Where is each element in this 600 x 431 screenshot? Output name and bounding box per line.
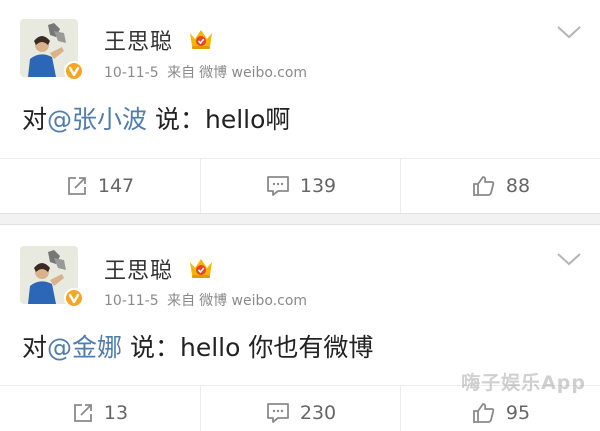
post-source-prefix: 来自 [167,293,196,309]
verified-badge-icon [64,288,84,308]
avatar[interactable] [20,246,84,308]
verified-badge-icon [64,61,84,81]
comment-button[interactable]: 230 [200,386,401,431]
comment-button[interactable]: 139 [200,159,401,213]
chevron-down-icon[interactable] [556,24,582,40]
like-count: 88 [505,175,531,197]
post-card: 王思聪 10-11-5 来自 微博 weibo.com 对@金娜 说：hello … [0,224,600,431]
repost-count: 13 [103,402,129,424]
post-actions: 147 139 88 [0,158,600,213]
post-meta: 10-11-5 来自 微博 weibo.com [104,290,311,310]
post-source[interactable]: 微博 weibo.com [199,293,307,309]
post-date: 10-11-5 [104,293,159,309]
repost-icon [74,404,92,422]
vip-crown-icon[interactable] [188,257,214,279]
comment-icon [266,403,289,423]
comment-count: 230 [299,402,337,424]
post-text-suffix: 说：hello啊 [147,105,291,134]
post-meta: 10-11-5 来自 微博 weibo.com [104,62,311,82]
like-button[interactable]: 88 [400,159,600,213]
weibo-feed: 王思聪 10-11-5 来自 微博 weibo.com 对@张小波 说：hello… [0,0,600,431]
author-name[interactable]: 王思聪 [104,253,173,285]
comment-icon [266,176,289,196]
mention-link[interactable]: @金娜 [47,333,122,362]
post-text: 对@张小波 说：hello啊 [22,100,290,136]
like-icon [473,403,495,423]
vip-crown-icon[interactable] [188,28,214,50]
avatar[interactable] [20,19,84,81]
post-text: 对@金娜 说：hello 你也有微博 [22,328,373,364]
post-card: 王思聪 10-11-5 来自 微博 weibo.com 对@张小波 说：hello… [0,0,600,214]
post-source-prefix: 来自 [167,65,196,81]
post-source[interactable]: 微博 weibo.com [199,65,307,81]
like-count: 95 [505,402,531,424]
mention-link[interactable]: @张小波 [47,105,147,134]
post-date: 10-11-5 [104,65,159,81]
post-text-suffix: 说：hello 你也有微博 [122,333,374,362]
author-name[interactable]: 王思聪 [104,24,173,56]
repost-button[interactable]: 147 [0,159,200,213]
comment-count: 139 [299,175,337,197]
chevron-down-icon[interactable] [556,251,582,267]
repost-count: 147 [97,175,135,197]
repost-button[interactable]: 13 [0,386,200,431]
like-icon [473,176,495,196]
repost-icon [67,177,86,195]
post-text-prefix: 对 [22,333,48,362]
post-text-prefix: 对 [22,105,48,134]
watermark: 嗨子娱乐App [461,372,586,394]
